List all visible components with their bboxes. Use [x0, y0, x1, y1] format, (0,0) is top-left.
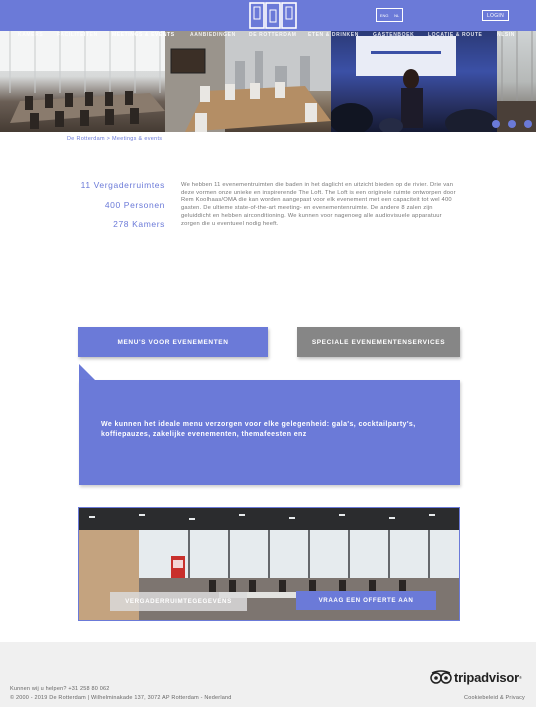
- lang-eng[interactable]: ENG: [380, 13, 389, 18]
- tripadvisor-logo[interactable]: tripadvisor ®: [430, 668, 522, 686]
- request-offer-button[interactable]: VRAAG EEN OFFERTE AAN: [296, 591, 436, 610]
- nav-item-nlsin[interactable]: NLSIN: [497, 32, 515, 38]
- cookie-privacy-link[interactable]: Cookiebeleid & Privacy: [464, 695, 525, 701]
- hero-image-meeting-room: [0, 31, 165, 132]
- breadcrumb[interactable]: De Rotterdam > Meetings & events: [67, 136, 162, 142]
- login-button[interactable]: LOGIN: [482, 10, 509, 21]
- menu-panel: We kunnen het ideale menu verzorgen voor…: [79, 380, 460, 485]
- stat-hotel-rooms: 278 Kamers: [113, 219, 165, 229]
- intro-paragraph: We hebben 11 evenementruimten die baden …: [181, 182, 456, 227]
- hero-image-presentation: [331, 31, 497, 132]
- slider-dot-3[interactable]: [524, 120, 532, 128]
- lang-nl[interactable]: NL: [394, 13, 399, 18]
- hero-slider: [0, 31, 536, 132]
- nav-item-meetings-events[interactable]: MEETINGS & EVENTS: [112, 32, 175, 38]
- logo-icon[interactable]: [249, 2, 297, 29]
- nav-item-de-rotterdam[interactable]: DE ROTTERDAM: [249, 32, 296, 38]
- site-header: ENG NL LOGIN: [0, 0, 536, 31]
- stat-meeting-rooms: 11 Vergaderruimtes: [80, 180, 165, 190]
- nav-item-gastenboek[interactable]: GASTENBOEK: [373, 32, 414, 38]
- hero-image-lounge: [497, 31, 536, 132]
- stats-block: 11 Vergaderruimtes 400 Personen 278 Kame…: [60, 179, 165, 238]
- meeting-room-details-button[interactable]: VERGADERRUIMTEGEGEVENS: [110, 592, 247, 611]
- footer-help[interactable]: Kunnen wij u helpen? +31 258 80 062: [10, 686, 110, 692]
- slider-dot-2[interactable]: [508, 120, 516, 128]
- footer-copyright: © 2000 - 2019 De Rotterdam | Wilhelminak…: [10, 695, 232, 701]
- nav-item-kamers[interactable]: KAMERS: [18, 32, 43, 38]
- menus-button[interactable]: MENU'S VOOR EVENEMENTEN: [78, 327, 268, 357]
- hero-image-boardroom: [165, 31, 331, 132]
- slider-dots: [0, 120, 536, 130]
- main-nav: KAMERS FACILITEITEN MEETINGS & EVENTS AA…: [0, 31, 536, 41]
- nav-item-locatie-route[interactable]: LOCATIE & ROUTE: [428, 32, 482, 38]
- panel-notch: [79, 364, 95, 380]
- special-services-button[interactable]: SPECIALE EVENEMENTENSERVICES: [297, 327, 460, 357]
- tripadvisor-wordmark: tripadvisor: [454, 669, 519, 685]
- nav-item-eten-drinken[interactable]: ETEN & DRINKEN: [308, 32, 359, 38]
- language-switch[interactable]: ENG NL: [376, 8, 403, 22]
- nav-item-aanbiedingen[interactable]: AANBIEDINGEN: [190, 32, 236, 38]
- menu-panel-text: We kunnen het ideale menu verzorgen voor…: [101, 421, 416, 438]
- slider-dot-1[interactable]: [492, 120, 500, 128]
- nav-item-faciliteiten[interactable]: FACILITEITEN: [57, 32, 98, 38]
- stat-persons: 400 Personen: [104, 199, 165, 210]
- tripadvisor-owl-icon: [430, 670, 452, 684]
